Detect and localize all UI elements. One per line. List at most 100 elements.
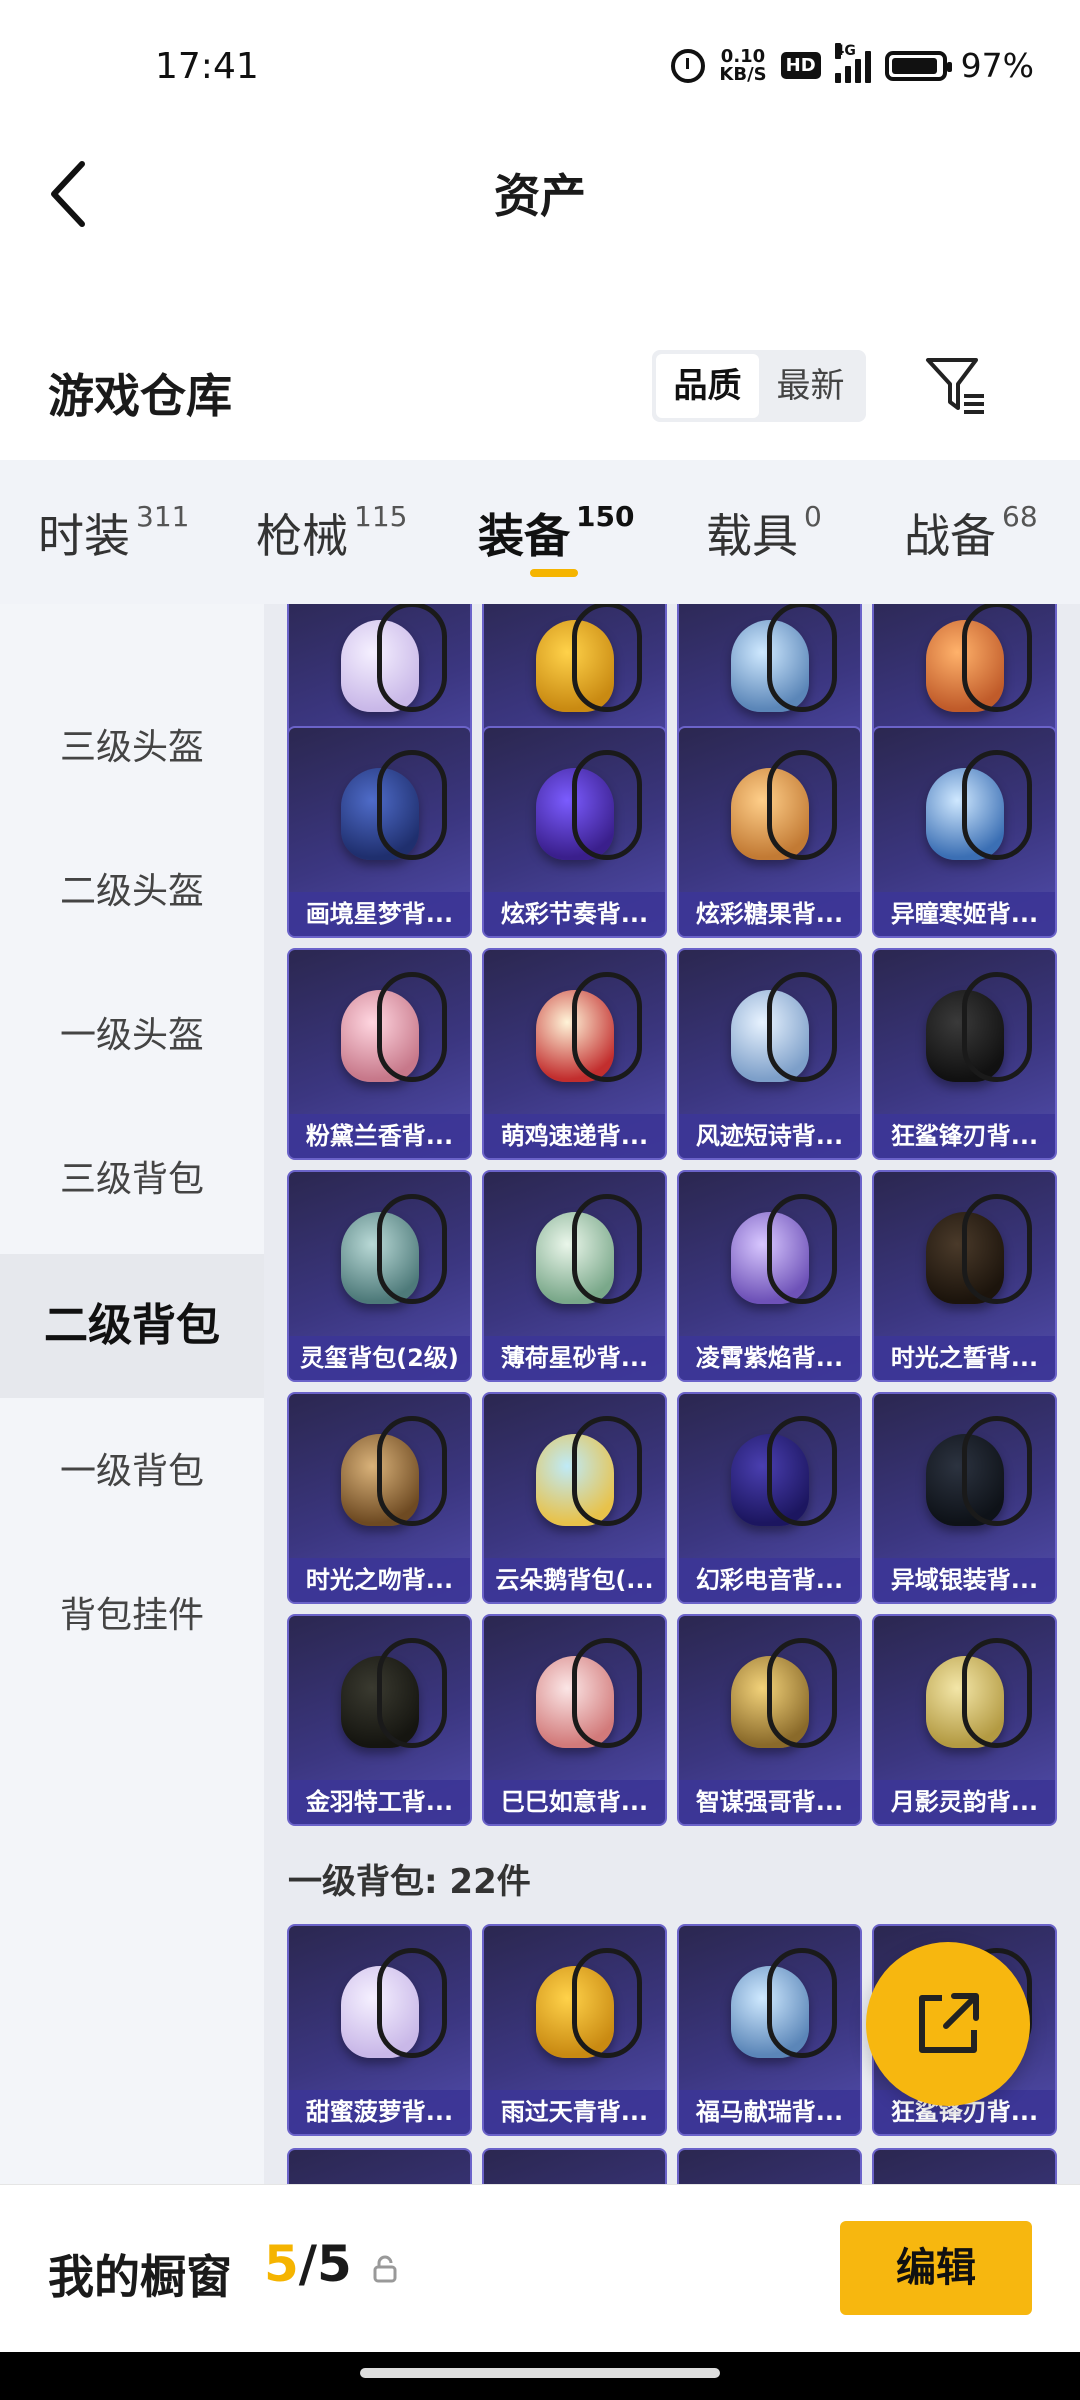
item-card[interactable]: 时光之吻背... [287, 1392, 472, 1604]
item-name: 炫彩糖果背... [679, 892, 860, 936]
item-thumbnail [679, 1172, 860, 1344]
tab-vehicles[interactable]: 载具 0 [706, 500, 822, 566]
alarm-icon [671, 48, 706, 83]
section-title: 一级背包: 22件 [288, 1862, 531, 1902]
item-thumbnail [679, 1394, 860, 1566]
item-thumbnail [289, 728, 470, 900]
item-card[interactable]: 异瞳寒姬背... [872, 726, 1057, 938]
item-name: 月影灵韵背... [874, 1780, 1055, 1824]
item-name: 智谋强哥背... [679, 1780, 860, 1824]
item-card[interactable]: 炫彩糖果背... [677, 726, 862, 938]
item-card[interactable] [872, 2148, 1057, 2184]
sidebar-item-lv3-helmet[interactable]: 三级头盔 [0, 676, 264, 820]
item-name: 萌鸡速递背... [484, 1114, 665, 1158]
item-thumbnail [289, 950, 470, 1122]
item-thumbnail [484, 728, 665, 900]
item-thumbnail [679, 950, 860, 1122]
item-thumbnail [679, 1926, 860, 2098]
sort-newest-button[interactable]: 最新 [759, 354, 862, 418]
filter-icon[interactable] [924, 356, 988, 416]
item-card[interactable]: 萌鸡速递背... [482, 948, 667, 1160]
hd-icon: HD [780, 52, 821, 79]
item-card[interactable]: 云朵鹅背包(... [482, 1392, 667, 1604]
item-name: 雨过天青背... [484, 2090, 665, 2134]
item-card[interactable]: 炫彩节奏背... [482, 726, 667, 938]
item-name: 巳巳如意背... [484, 1780, 665, 1824]
item-thumbnail [874, 728, 1055, 900]
home-indicator[interactable] [360, 2368, 720, 2378]
battery-icon [884, 50, 952, 81]
sidebar-item-lv3-backpack[interactable]: 三级背包 [0, 1108, 264, 1252]
item-name: 异瞳寒姬背... [874, 892, 1055, 936]
item-card[interactable]: 福马献瑞背... [677, 1924, 862, 2136]
tab-supplies[interactable]: 战备 68 [904, 500, 1038, 566]
item-card[interactable] [482, 2148, 667, 2184]
item-card[interactable]: 智谋强哥背... [677, 1614, 862, 1826]
item-name: 炫彩节奏背... [484, 892, 665, 936]
category-tabs: 时装 311 枪械 115 装备 150 载具 0 战备 68 [0, 460, 1080, 604]
item-card[interactable]: 时光之誓背... [872, 1170, 1057, 1382]
status-time: 17:41 [155, 46, 259, 87]
item-name: 甜蜜菠萝背... [289, 2090, 470, 2134]
showcase-bar: 我的橱窗 5/5 编辑 [0, 2184, 1080, 2352]
item-card[interactable]: 风迹短诗背... [677, 948, 862, 1160]
item-name: 福马献瑞背... [679, 2090, 860, 2134]
item-card[interactable]: 雨过天青背... [482, 1924, 667, 2136]
item-thumbnail [679, 1616, 860, 1788]
item-card[interactable] [287, 2148, 472, 2184]
tab-equipment[interactable]: 装备 150 [478, 500, 634, 566]
item-card[interactable]: 薄荷星砂背... [482, 1170, 667, 1382]
sort-toggle: 品质 最新 [652, 350, 866, 422]
item-thumbnail [289, 1616, 470, 1788]
item-card[interactable]: 画境星梦背... [287, 726, 472, 938]
item-card[interactable]: 异域银装背... [872, 1392, 1057, 1604]
sort-quality-button[interactable]: 品质 [656, 354, 759, 418]
item-card[interactable] [677, 2148, 862, 2184]
item-name: 画境星梦背... [289, 892, 470, 936]
item-name: 粉黛兰香背... [289, 1114, 470, 1158]
signal-icon: 4G [834, 42, 871, 83]
tab-fashion[interactable]: 时装 311 [38, 500, 189, 566]
sidebar-item-lv2-helmet[interactable]: 二级头盔 [0, 820, 264, 964]
item-thumbnail [484, 1926, 665, 2098]
item-card[interactable]: 狂鲨锋刃背... [872, 948, 1057, 1160]
item-name: 薄荷星砂背... [484, 1336, 665, 1380]
active-tab-indicator [530, 569, 578, 577]
showcase-count: 5/5 [264, 2235, 352, 2293]
item-card[interactable]: 凌霄紫焰背... [677, 1170, 862, 1382]
item-thumbnail [484, 1394, 665, 1566]
item-name: 时光之誓背... [874, 1336, 1055, 1380]
battery-percent: 97% [960, 46, 1034, 85]
item-card[interactable]: 月影灵韵背... [872, 1614, 1057, 1826]
item-thumbnail [289, 1926, 470, 2098]
item-thumbnail [874, 950, 1055, 1122]
item-card[interactable]: 粉黛兰香背... [287, 948, 472, 1160]
item-thumbnail [874, 1172, 1055, 1344]
sidebar-item-lv1-helmet[interactable]: 一级头盔 [0, 964, 264, 1108]
item-card[interactable]: 巳巳如意背... [482, 1614, 667, 1826]
item-thumbnail [289, 1394, 470, 1566]
status-bar: 17:41 0.10 KB/S HD 4G 97% [0, 0, 1080, 140]
sidebar-item-lv1-backpack[interactable]: 一级背包 [0, 1400, 264, 1544]
sidebar-item-backpack-charm[interactable]: 背包挂件 [0, 1544, 264, 1688]
item-name: 凌霄紫焰背... [679, 1336, 860, 1380]
status-icons: 0.10 KB/S HD 4G 97% [671, 42, 1034, 85]
item-thumbnail [679, 728, 860, 900]
item-card[interactable]: 灵玺背包(2级) [287, 1170, 472, 1382]
share-button[interactable] [866, 1942, 1030, 2106]
item-card[interactable]: 金羽特工背... [287, 1614, 472, 1826]
item-card[interactable]: 幻彩电音背... [677, 1392, 862, 1604]
share-icon [919, 1993, 979, 2053]
network-speed: 0.10 KB/S [719, 45, 767, 85]
page-title: 资产 [494, 169, 586, 223]
tab-firearms[interactable]: 枪械 115 [256, 500, 407, 566]
item-card[interactable]: 甜蜜菠萝背... [287, 1924, 472, 2136]
sidebar-item-lv2-backpack[interactable]: 二级背包 [0, 1254, 264, 1398]
showcase-label: 我的橱窗 [48, 2250, 232, 2304]
item-name: 灵玺背包(2级) [289, 1336, 470, 1380]
item-thumbnail [874, 1394, 1055, 1566]
item-thumbnail [484, 1616, 665, 1788]
subcategory-sidebar: 三级头盔 二级头盔 一级头盔 三级背包 二级背包 一级背包 背包挂件 [0, 604, 264, 2184]
edit-button[interactable]: 编辑 [840, 2221, 1032, 2315]
item-thumbnail [484, 950, 665, 1122]
